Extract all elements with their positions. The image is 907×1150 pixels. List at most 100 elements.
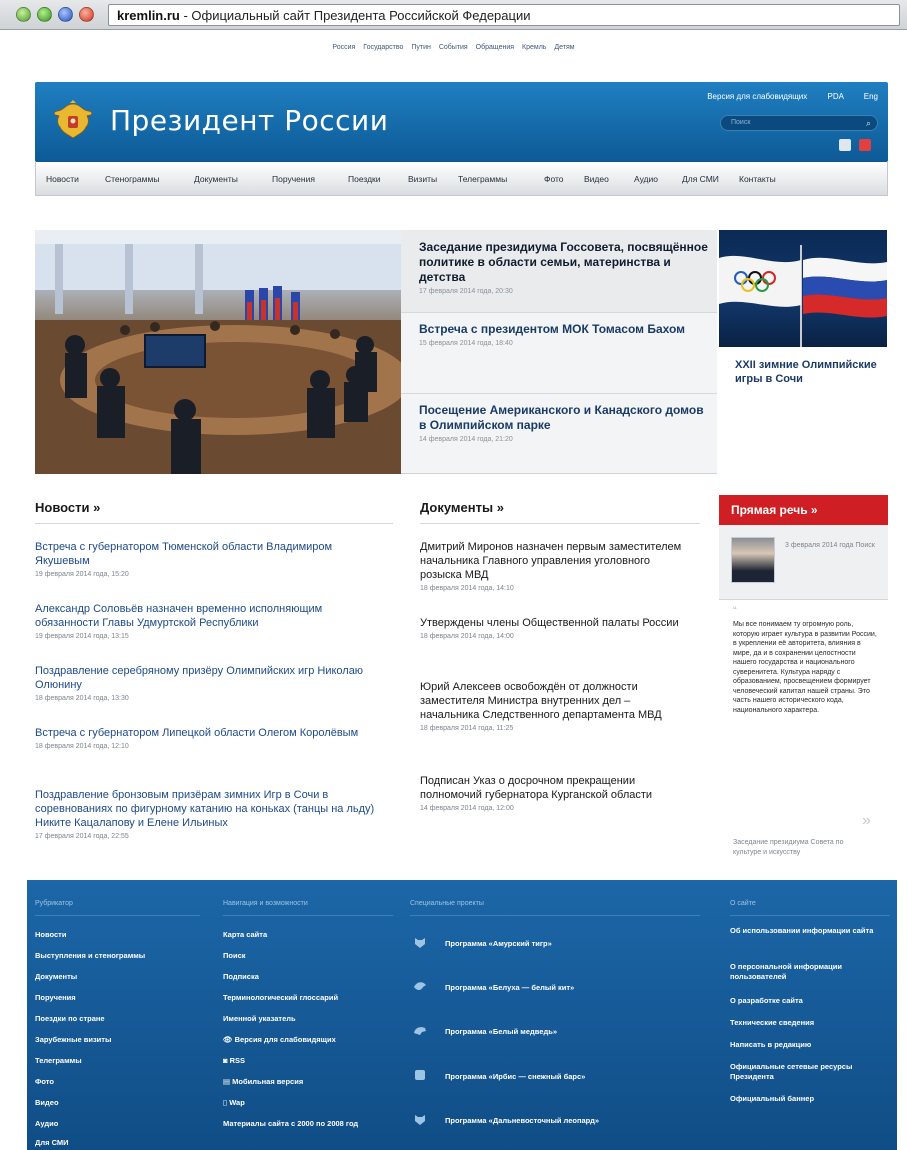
flag-icon[interactable] (859, 139, 871, 151)
footer-link[interactable]: Новости (35, 930, 66, 940)
footer-link[interactable]: 👁 Версия для слабовидящих (223, 1035, 336, 1045)
footer-link[interactable]: Документы (35, 972, 77, 982)
beluga-icon (414, 982, 426, 990)
window-control-icon[interactable] (58, 7, 73, 22)
footer-link[interactable]: Именной указатель (223, 1014, 296, 1024)
footer-link[interactable]: Материалы сайта с 2000 по 2008 год (223, 1119, 383, 1129)
footer-link[interactable]: О персональной информации пользователей (730, 962, 885, 982)
direct-speech-heading[interactable]: Прямая речь » (719, 495, 888, 525)
footer-link[interactable]: Поручения (35, 993, 76, 1003)
olympics-photo[interactable] (719, 230, 887, 347)
footer-link[interactable]: Для СМИ (35, 1138, 69, 1148)
address-bar[interactable]: kremlin.ru - Официальный сайт Президента… (108, 4, 900, 26)
flags-photo (719, 245, 887, 347)
site-header: Президент России Версия для слабовидящих… (35, 82, 888, 162)
footer-link[interactable]: ▯ Wap (223, 1098, 245, 1108)
speaker-photo[interactable] (731, 537, 775, 583)
nav-item[interactable]: Аудио (634, 174, 658, 184)
window-control-icon[interactable] (16, 7, 31, 22)
direct-speech-caption[interactable]: Заседание президиума Совета по культуре … (733, 838, 863, 858)
news-item[interactable]: Александр Соловьёв назначен временно исп… (35, 602, 380, 640)
hero-news-item[interactable]: Заседание президиума Госсовета, посвящён… (419, 240, 709, 295)
hero-news-item[interactable]: Встреча с президентом МОК Томасом Бахом … (419, 322, 709, 347)
flag-icon[interactable] (839, 139, 851, 151)
close-window-icon[interactable] (79, 7, 94, 22)
project-link[interactable]: Программа «Белуха — белый кит» (445, 983, 574, 992)
footer-link[interactable]: Зарубежные визиты (35, 1035, 111, 1045)
document-item[interactable]: Дмитрий Миронов назначен первым заместит… (420, 540, 685, 592)
footer-link[interactable]: Терминологический глоссарий (223, 993, 338, 1003)
footer-link[interactable]: Фото (35, 1077, 54, 1087)
footer-link[interactable]: ◙ RSS (223, 1056, 245, 1066)
top-link[interactable]: Детям (554, 44, 574, 51)
hero-photo[interactable] (35, 230, 401, 474)
snow-leopard-icon (415, 1070, 425, 1080)
top-link[interactable]: Обращения (476, 44, 514, 51)
nav-item[interactable]: Стенограммы (105, 174, 159, 184)
rss-icon: ◙ (223, 1056, 230, 1065)
news-item[interactable]: Встреча с губернатором Липецкой области … (35, 726, 380, 750)
footer-link[interactable]: Официальный баннер (730, 1094, 885, 1104)
next-arrow-icon[interactable]: » (862, 812, 871, 830)
pda-link[interactable]: PDA (828, 92, 844, 101)
footer-link[interactable]: Аудио (35, 1119, 58, 1129)
window-control-icon[interactable] (37, 7, 52, 22)
nav-item[interactable]: Новости (46, 174, 79, 184)
footer-link[interactable]: Карта сайта (223, 930, 267, 940)
accessibility-link[interactable]: Версия для слабовидящих (707, 92, 807, 101)
footer-link[interactable]: Об использовании информации сайта (730, 926, 885, 936)
nav-item[interactable]: Документы (194, 174, 238, 184)
search-input[interactable]: Поиск ⌕ (720, 115, 878, 131)
footer-link[interactable]: ▤ Мобильная версия (223, 1077, 303, 1087)
news-item[interactable]: Поздравление серебряному призёру Олимпий… (35, 664, 380, 702)
nav-item[interactable]: Для СМИ (682, 174, 719, 184)
direct-speech-quote[interactable]: Мы все понимаем ту огромную роль, котору… (733, 620, 881, 715)
footer-link[interactable]: Выступления и стенограммы (35, 951, 145, 961)
document-item[interactable]: Подписан Указ о досрочном прекращении по… (420, 774, 685, 812)
nav-item[interactable]: Поездки (348, 174, 381, 184)
footer-heading: Навигация и возможности (223, 900, 308, 907)
footer-link[interactable]: Телеграммы (35, 1056, 82, 1066)
site-footer: Рубрикатор Новости Выступления и стеногр… (27, 880, 897, 1150)
footer-link[interactable]: Видео (35, 1098, 59, 1108)
english-link[interactable]: Eng (864, 92, 878, 101)
top-link[interactable]: Путин (411, 44, 431, 51)
hero-news-list: Заседание президиума Госсовета, посвящён… (401, 230, 717, 474)
coat-of-arms-icon[interactable] (53, 100, 93, 142)
footer-link[interactable]: Технические сведения (730, 1018, 885, 1028)
olympics-title[interactable]: XXII зимние Олимпийские игры в Сочи (735, 358, 885, 386)
browser-chrome: kremlin.ru - Официальный сайт Президента… (0, 0, 907, 30)
nav-item[interactable]: Поручения (272, 174, 315, 184)
project-link[interactable]: Программа «Амурский тигр» (445, 939, 552, 948)
nav-item[interactable]: Визиты (408, 174, 437, 184)
polar-bear-icon (414, 1027, 426, 1035)
footer-link[interactable]: Официальные сетевые ресурсы Президента (730, 1062, 885, 1082)
top-link[interactable]: Кремль (522, 44, 546, 51)
project-link[interactable]: Программа «Белый медведь» (445, 1027, 557, 1036)
footer-link[interactable]: Поиск (223, 951, 246, 961)
news-heading[interactable]: Новости » (35, 500, 100, 515)
hero-news-item[interactable]: Посещение Американского и Канадского дом… (419, 403, 709, 443)
top-link[interactable]: Государство (363, 44, 403, 51)
nav-item[interactable]: Фото (544, 174, 564, 184)
news-item[interactable]: Поздравление бронзовым призёрам зимних И… (35, 788, 380, 840)
footer-link[interactable]: О разработке сайта (730, 996, 885, 1006)
header-links: Версия для слабовидящих PDA Eng (689, 92, 878, 101)
top-link[interactable]: Россия (332, 44, 355, 51)
site-title[interactable]: Президент России (110, 104, 388, 137)
documents-heading[interactable]: Документы » (420, 500, 504, 515)
top-link[interactable]: События (439, 44, 468, 51)
footer-heading: О сайте (730, 900, 756, 907)
footer-link[interactable]: Поездки по стране (35, 1014, 105, 1024)
document-item[interactable]: Юрий Алексеев освобождён от должности за… (420, 680, 685, 732)
nav-item[interactable]: Видео (584, 174, 609, 184)
search-icon[interactable]: ⌕ (866, 118, 871, 129)
nav-item[interactable]: Контакты (739, 174, 776, 184)
project-link[interactable]: Программа «Дальневосточный леопард» (445, 1116, 599, 1125)
document-item[interactable]: Утверждены члены Общественной палаты Рос… (420, 616, 685, 640)
footer-link[interactable]: Написать в редакцию (730, 1040, 885, 1050)
footer-link[interactable]: Подписка (223, 972, 259, 982)
news-item[interactable]: Встреча с губернатором Тюменской области… (35, 540, 380, 578)
project-link[interactable]: Программа «Ирбис — снежный барс» (445, 1072, 585, 1081)
nav-item[interactable]: Телеграммы (458, 174, 507, 184)
